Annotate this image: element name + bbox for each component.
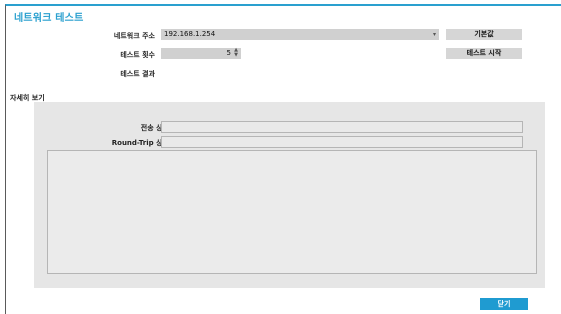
dropdown-arrow-icon[interactable]: ▾ (433, 29, 436, 40)
start-test-button[interactable]: 테스트 시작 (446, 48, 522, 59)
test-result-label: 테스트 결과 (120, 70, 155, 78)
default-button[interactable]: 기본값 (446, 29, 522, 40)
network-address-value: 192.168.1.254 (164, 30, 216, 38)
test-count-label: 테스트 횟수 (120, 51, 155, 59)
test-count-stepper[interactable]: 5 ▲ ▼ (161, 48, 241, 59)
close-button[interactable]: 닫기 (480, 298, 528, 310)
round-trip-status-label: Round-Trip 상태 (111, 139, 169, 147)
network-address-input[interactable]: 192.168.1.254 ▾ (161, 29, 439, 40)
test-count-value: 5 (226, 49, 231, 57)
transmit-status-label: 전송 상태 (140, 124, 169, 132)
stepper-arrows[interactable]: ▲ ▼ (233, 48, 239, 59)
network-test-dialog: 네트워크 테스트 네트워크 주소 192.168.1.254 ▾ 기본값 테스트… (5, 4, 561, 314)
dialog-title: 네트워크 테스트 (14, 13, 84, 24)
details-output-area[interactable] (47, 150, 537, 274)
round-trip-status-field (161, 136, 523, 148)
details-panel: 전송 상태 Round-Trip 상태 (34, 102, 545, 288)
transmit-status-field (161, 121, 523, 133)
stepper-down-icon[interactable]: ▼ (233, 53, 239, 58)
network-address-label: 네트워크 주소 (113, 32, 155, 40)
